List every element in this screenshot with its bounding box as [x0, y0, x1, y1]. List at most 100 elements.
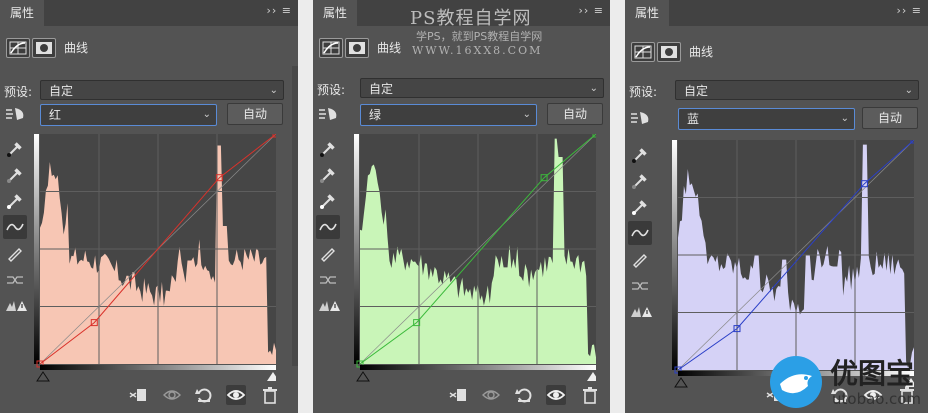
- channel-target-tool[interactable]: [628, 108, 654, 132]
- watermark-url: WWW.16XX8.COM: [412, 44, 543, 57]
- eyedropper-black-icon: [632, 148, 647, 163]
- auto-button[interactable]: 自动: [862, 107, 918, 129]
- preset-dropdown[interactable]: 自定 ⌄: [360, 78, 604, 98]
- smooth-tool[interactable]: [628, 273, 652, 297]
- preset-value: 自定: [369, 82, 394, 96]
- curve-tool-tool[interactable]: [3, 215, 27, 239]
- tab-properties[interactable]: 属性: [0, 0, 45, 26]
- curves-graph[interactable]: [34, 134, 276, 382]
- clip-to-layer-button[interactable]: [448, 385, 468, 405]
- eyedropper-black-icon: [320, 142, 335, 157]
- reset-button[interactable]: [194, 385, 214, 405]
- curve-tool-tool[interactable]: [316, 215, 340, 239]
- clipping-warning-icon: [631, 307, 652, 317]
- pencil-tool[interactable]: [316, 241, 340, 265]
- layer-mask-icon[interactable]: [345, 38, 369, 58]
- on-image-adjust-icon[interactable]: [3, 104, 27, 124]
- channel-dropdown[interactable]: 蓝 ⌄: [678, 108, 855, 130]
- panel-menu-icon[interactable]: ›› ≡: [266, 4, 292, 17]
- visibility-eye-button[interactable]: [226, 385, 246, 405]
- adjustment-header: 曲线: [0, 34, 298, 60]
- panel-bottom-bar: [313, 377, 610, 413]
- pencil-icon: [8, 248, 22, 262]
- eyedropper-white-tool[interactable]: [3, 189, 27, 213]
- output-gradient-bar: [34, 134, 39, 364]
- pencil-icon: [321, 248, 335, 262]
- channel-dropdown[interactable]: 绿 ⌄: [360, 104, 537, 126]
- panel-menu-icon[interactable]: ›› ≡: [896, 4, 922, 17]
- auto-button[interactable]: 自动: [547, 103, 603, 125]
- curves-adjustment-icon[interactable]: [319, 38, 343, 58]
- chevron-down-icon: ⌄: [269, 85, 278, 96]
- visibility-eye-button[interactable]: [546, 385, 566, 405]
- pencil-tool[interactable]: [3, 241, 27, 265]
- trash-button[interactable]: [580, 385, 600, 405]
- channel-target-tool[interactable]: [3, 104, 29, 128]
- chevron-down-icon: ⌄: [840, 113, 849, 124]
- smooth-tool[interactable]: [316, 267, 340, 291]
- adjustment-title: 曲线: [64, 41, 89, 55]
- curves-graph[interactable]: [354, 134, 596, 382]
- curve-tool-icon: [6, 223, 24, 231]
- clip-to-layer-button[interactable]: [128, 385, 148, 405]
- smooth-icon: [7, 276, 23, 284]
- view-previous-icon: [482, 390, 500, 400]
- eyedropper-white-icon: [632, 200, 647, 215]
- output-gradient-bar: [354, 134, 359, 364]
- eyedropper-gray-tool[interactable]: [628, 169, 652, 193]
- smooth-tool[interactable]: [3, 267, 27, 291]
- channel-value: 蓝: [687, 112, 700, 126]
- channel-target-tool[interactable]: [316, 104, 342, 128]
- preset-label: 预设:: [317, 83, 346, 97]
- view-previous-button[interactable]: [162, 385, 182, 405]
- curves-adjustment-icon[interactable]: [631, 42, 655, 62]
- preset-dropdown[interactable]: 自定 ⌄: [675, 80, 919, 100]
- auto-button[interactable]: 自动: [227, 103, 283, 125]
- curves-panel-red: 属性 ›› ≡ 曲线 预设: 自定 ⌄ 红 ⌄ 自动: [0, 0, 298, 413]
- visibility-eye-icon: [546, 390, 566, 400]
- eyedropper-gray-icon: [320, 168, 335, 183]
- curve-tool-tool[interactable]: [628, 221, 652, 245]
- clip-to-layer-icon: [129, 389, 146, 401]
- preset-label: 预设:: [629, 85, 658, 99]
- panel-menu-icon[interactable]: ›› ≡: [578, 4, 604, 17]
- panel-tab-bar: 属性 ›› ≡: [625, 0, 928, 26]
- chevron-down-icon: ⌄: [202, 109, 211, 120]
- reset-icon: [515, 388, 532, 403]
- panel-gap: [610, 0, 625, 413]
- tab-properties[interactable]: 属性: [313, 0, 358, 26]
- curve-tool-icon: [319, 223, 337, 231]
- clipping-warning-tool[interactable]: [628, 299, 652, 323]
- reset-button[interactable]: [514, 385, 534, 405]
- eyedropper-white-icon: [320, 194, 335, 209]
- on-image-adjust-icon[interactable]: [628, 108, 652, 128]
- channel-value: 绿: [369, 108, 382, 122]
- eyedropper-black-icon: [7, 142, 22, 157]
- panel-tab-bar: 属性 ›› ≡: [0, 0, 298, 26]
- eyedropper-white-tool[interactable]: [316, 189, 340, 213]
- clipping-warning-tool[interactable]: [316, 293, 340, 317]
- preset-dropdown[interactable]: 自定 ⌄: [40, 80, 284, 100]
- clipping-warning-tool[interactable]: [3, 293, 27, 317]
- view-previous-button[interactable]: [481, 385, 501, 405]
- layer-mask-icon[interactable]: [32, 38, 56, 58]
- eyedropper-gray-icon: [7, 168, 22, 183]
- pencil-tool[interactable]: [628, 247, 652, 271]
- on-image-adjust-icon[interactable]: [316, 104, 340, 124]
- eyedropper-gray-tool[interactable]: [3, 163, 27, 187]
- eyedropper-white-icon: [7, 194, 22, 209]
- eyedropper-black-tool[interactable]: [628, 143, 652, 167]
- eyedropper-white-tool[interactable]: [628, 195, 652, 219]
- eyedropper-black-tool[interactable]: [316, 137, 340, 161]
- channel-dropdown[interactable]: 红 ⌄: [40, 104, 217, 126]
- utobao-logo: 优图宝 utobao.com: [760, 350, 928, 413]
- eyedropper-black-tool[interactable]: [3, 137, 27, 161]
- trash-button[interactable]: [260, 385, 280, 405]
- eyedropper-gray-tool[interactable]: [316, 163, 340, 187]
- chevron-down-icon: ⌄: [904, 85, 913, 96]
- trash-icon: [583, 387, 597, 404]
- layer-mask-icon[interactable]: [657, 42, 681, 62]
- preset-value: 自定: [684, 84, 709, 98]
- curves-adjustment-icon[interactable]: [6, 38, 30, 58]
- tab-properties[interactable]: 属性: [625, 0, 670, 26]
